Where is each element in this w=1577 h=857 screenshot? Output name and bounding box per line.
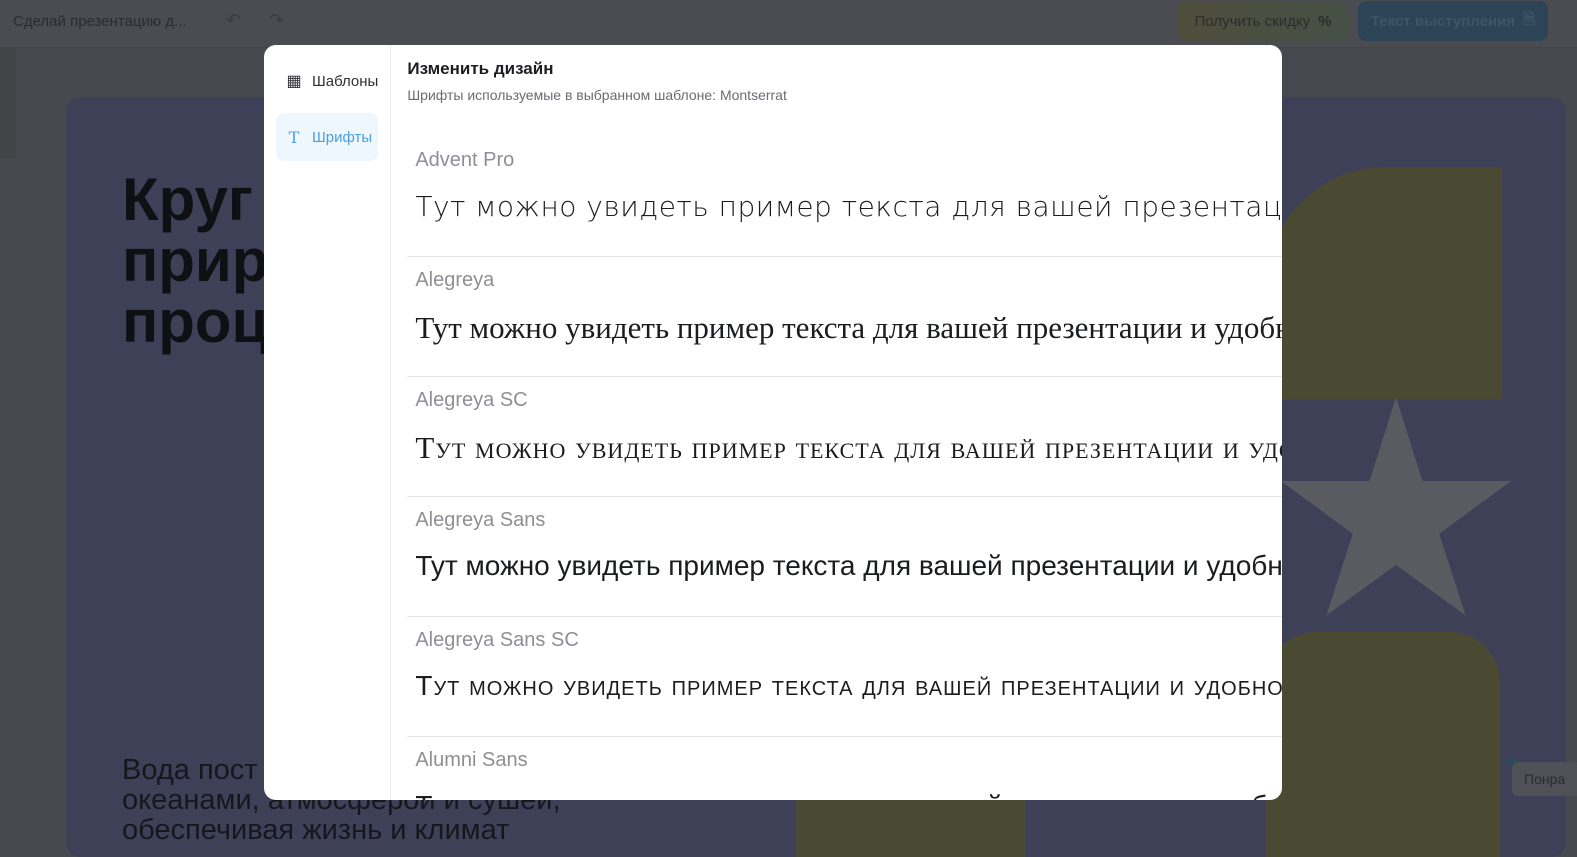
- font-name: Alegreya Sans: [415, 509, 546, 531]
- font-option[interactable]: Alegreya Sans SC Тут можно увидеть пример…: [407, 617, 1282, 737]
- body-line: обеспечивая жизнь и климат: [122, 814, 510, 846]
- title-line: проц: [122, 288, 269, 355]
- font-sample: Тут можно увидеть пример текста для ваше…: [415, 310, 1282, 345]
- get-discount-button[interactable]: Получить скидку%: [1177, 1, 1349, 41]
- font-name: Alumni Sans: [415, 749, 528, 771]
- redo-icon[interactable]: ↷: [269, 10, 284, 31]
- decor-shape: [796, 797, 1026, 857]
- font-sample: Тут можно увидеть пример текста для ваше…: [415, 190, 1282, 223]
- sidebar-item-fonts[interactable]: T Шрифты: [276, 113, 379, 161]
- layout-icon: ▦: [286, 73, 302, 90]
- speech-text-button[interactable]: Текст выступления 🗎: [1358, 1, 1548, 41]
- percent-icon: %: [1318, 12, 1332, 30]
- star-shape: [1280, 397, 1512, 616]
- title-line: прир: [122, 227, 269, 294]
- font-sample: Тут можно увидеть пример текста для ваше…: [415, 790, 1282, 800]
- slide-title: Круг прир проц: [122, 169, 268, 352]
- top-bar: Сделай презентацию д... ↶ ↷ Получить ски…: [0, 0, 1577, 48]
- font-option[interactable]: Advent Pro Тут можно увидеть пример текст…: [407, 137, 1282, 257]
- feedback-button[interactable]: Понра: [1512, 762, 1577, 796]
- decor-shape: [1266, 632, 1500, 857]
- change-design-modal: ▦ Шаблоны T Шрифты Изменить дизайн Шрифты …: [264, 45, 1282, 800]
- undo-icon[interactable]: ↶: [226, 10, 241, 31]
- font-sample: Тут можно увидеть пример текста для ваше…: [415, 670, 1282, 701]
- font-name: Alegreya Sans SC: [415, 629, 579, 651]
- font-name: Alegreya: [415, 269, 495, 291]
- speech-label: Текст выступления: [1370, 12, 1516, 30]
- font-name: Alegreya SC: [415, 389, 528, 411]
- font-option[interactable]: Alegreya SC Тут можно увидеть пример текс…: [407, 377, 1282, 497]
- font-option[interactable]: Alegreya Тут можно увидеть пример текста …: [407, 257, 1282, 377]
- text-icon: T: [288, 127, 300, 147]
- modal-title: Изменить дизайн: [407, 59, 554, 78]
- sidebar-item-label: Шаблоны: [312, 72, 379, 90]
- discount-label: Получить скидку: [1194, 12, 1311, 30]
- document-icon: 🗎: [1523, 10, 1536, 28]
- font-sample: Тут можно увидеть пример текста для ваше…: [415, 550, 1282, 581]
- modal-sidebar: ▦ Шаблоны T Шрифты: [264, 45, 392, 800]
- font-list[interactable]: Advent Pro Тут можно увидеть пример текст…: [407, 137, 1282, 800]
- font-name: Advent Pro: [415, 149, 515, 171]
- font-option[interactable]: Alumni Sans Тут можно увидеть пример текс…: [407, 737, 1282, 800]
- modal-subtitle: Шрифты используемые в выбранном шаблоне:…: [407, 87, 787, 103]
- modal-content: Изменить дизайн Шрифты используемые в вы…: [391, 45, 1282, 800]
- title-line: Круг: [122, 166, 253, 233]
- decor-shape: [1266, 167, 1502, 399]
- document-title[interactable]: Сделай презентацию д...: [13, 13, 187, 30]
- sidebar-item-label: Шрифты: [312, 128, 373, 146]
- font-option[interactable]: Alegreya Sans Тут можно увидеть пример те…: [407, 497, 1282, 617]
- left-panel: [0, 48, 16, 158]
- sidebar-item-templates[interactable]: ▦ Шаблоны: [276, 57, 378, 105]
- font-sample: Тут можно увидеть пример текста для ваше…: [415, 430, 1282, 465]
